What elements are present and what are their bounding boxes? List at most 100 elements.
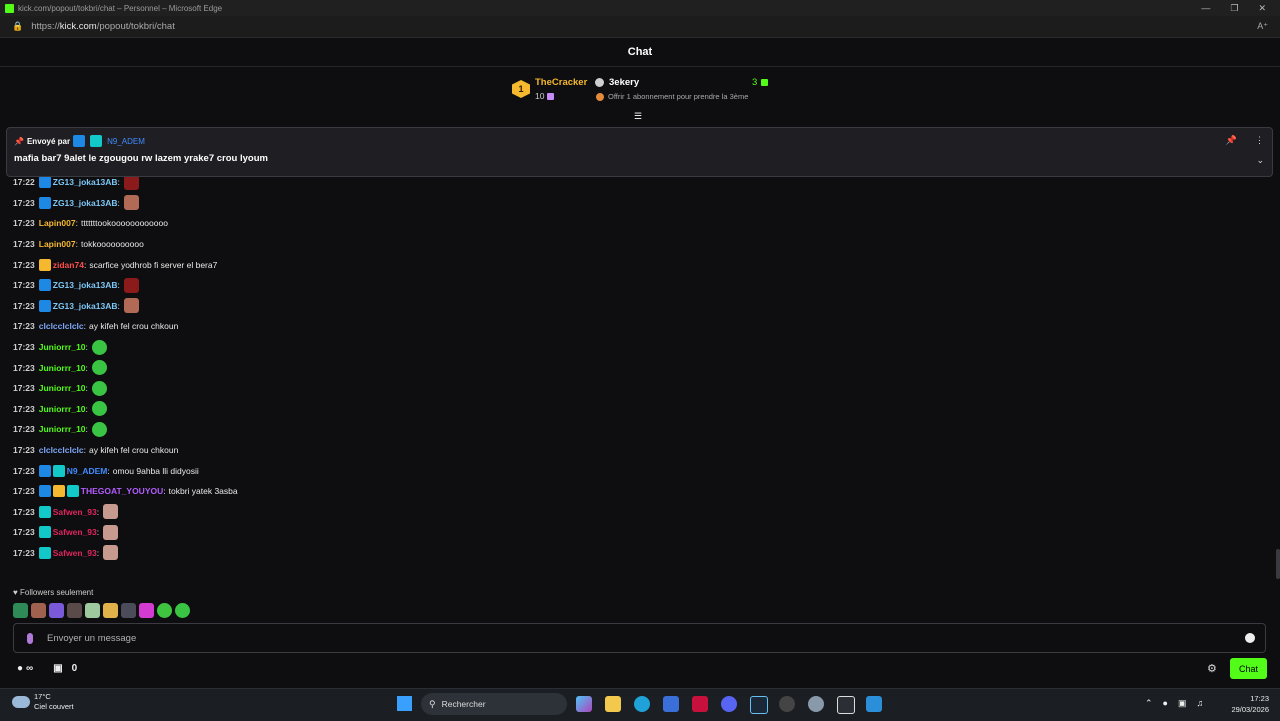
send-chat-button[interactable]: Chat xyxy=(1230,658,1267,679)
message-username[interactable]: clclcclclclc xyxy=(39,445,84,455)
message-username[interactable]: Safwen_93 xyxy=(53,527,97,537)
message-username[interactable]: Juniorrr_10 xyxy=(39,363,86,373)
message-text: ay kifeh fel crou chkoun xyxy=(89,321,179,332)
chat-message[interactable]: 17:23 ZG13_joka13AB: xyxy=(13,296,1263,317)
chat-message[interactable]: 17:23 Juniorrr_10: xyxy=(13,337,1263,358)
discord-icon[interactable] xyxy=(721,696,737,712)
emote-icon[interactable] xyxy=(103,603,118,618)
emote-icon[interactable] xyxy=(139,603,154,618)
app-g-icon[interactable] xyxy=(837,696,855,714)
chat-message[interactable]: 17:23 Juniorrr_10: xyxy=(13,378,1263,399)
app-photos-icon[interactable] xyxy=(866,696,882,712)
volume-icon[interactable]: ♫ xyxy=(1197,698,1204,709)
leaderboard-top-user[interactable]: TheCracker xyxy=(535,77,587,88)
message-text: scarfice yodhrob fi server el bera7 xyxy=(89,259,218,270)
store-icon[interactable] xyxy=(663,696,679,712)
emote-icon[interactable] xyxy=(13,603,28,618)
system-clock[interactable]: 17:23 29/03/2026 xyxy=(1225,693,1269,715)
message-username[interactable]: Safwen_93 xyxy=(53,507,97,517)
expand-leaderboard-icon[interactable]: ☰ xyxy=(634,111,642,122)
colon-separator: : xyxy=(117,300,120,311)
chat-scrollbar[interactable] xyxy=(1276,549,1280,579)
message-input-box[interactable] xyxy=(13,623,1266,653)
chat-message[interactable]: 17:23 Juniorrr_10: xyxy=(13,419,1263,440)
offer-icon xyxy=(596,93,604,101)
app-badge-icon[interactable] xyxy=(779,696,795,712)
windows-start-icon[interactable] xyxy=(397,696,412,711)
taskbar-search[interactable]: ⚲ Rechercher xyxy=(421,693,567,715)
minimize-icon[interactable]: — xyxy=(1201,3,1210,14)
message-username[interactable]: ZG13_joka13AB xyxy=(53,280,118,290)
message-username[interactable]: clclcclclclc xyxy=(39,321,84,331)
chat-message[interactable]: 17:23 clclcclclclc: ay kifeh fel crou chko… xyxy=(13,316,1263,337)
settings-gear-icon[interactable]: ⚙ xyxy=(1207,662,1217,675)
colon-separator: : xyxy=(83,321,87,332)
message-username[interactable]: Juniorrr_10 xyxy=(39,342,86,352)
restore-icon[interactable]: ❐ xyxy=(1230,3,1238,14)
app-a-icon[interactable] xyxy=(692,696,708,712)
chat-message[interactable]: 17:23 Safwen_93: xyxy=(13,543,1263,564)
message-username[interactable]: N9_ADEM xyxy=(67,466,108,476)
chat-message[interactable]: 17:23 Safwen_93: xyxy=(13,522,1263,543)
message-username[interactable]: ZG13_joka13AB xyxy=(53,301,118,311)
emote-icon[interactable] xyxy=(49,603,64,618)
read-aloud-icon[interactable]: A⁺ xyxy=(1257,21,1268,32)
message-username[interactable]: ZG13_joka13AB xyxy=(53,177,118,187)
chat-message[interactable]: 17:23 Safwen_93: xyxy=(13,502,1263,523)
chat-message[interactable]: 17:23 ZG13_joka13AB: xyxy=(13,193,1263,214)
message-username[interactable]: ZG13_joka13AB xyxy=(53,198,118,208)
chat-message[interactable]: 17:23 ZG13_joka13AB: xyxy=(13,275,1263,296)
microphone-icon[interactable] xyxy=(27,632,33,644)
copilot-icon[interactable] xyxy=(576,696,592,712)
gift-box-icon[interactable]: ▣ xyxy=(53,663,62,674)
pinned-sender[interactable]: N9_ADEM xyxy=(107,137,145,146)
more-options-icon[interactable]: ⋮ xyxy=(1255,135,1264,146)
message-username[interactable]: Juniorrr_10 xyxy=(39,383,86,393)
chat-message[interactable]: 17:23 Juniorrr_10: xyxy=(13,399,1263,420)
leaderboard-second-user[interactable]: 3ekery xyxy=(609,77,639,88)
network-icon[interactable]: ▣ xyxy=(1178,698,1187,709)
chat-message[interactable]: 17:23 clclcclclclc: ay kifeh fel crou chko… xyxy=(13,440,1263,461)
message-username[interactable]: zidan74 xyxy=(53,260,84,270)
chevron-down-icon[interactable]: ⌄ xyxy=(1256,155,1264,166)
message-username[interactable]: Safwen_93 xyxy=(53,548,97,558)
unpin-icon[interactable]: 📌 xyxy=(1226,135,1237,146)
message-username[interactable]: Lapin007 xyxy=(39,218,76,228)
settings-app-icon[interactable] xyxy=(808,696,824,712)
emote-icon[interactable] xyxy=(67,603,82,618)
address-bar[interactable]: 🔒 https://kick.com/popout/tokbri/chat A⁺ xyxy=(0,16,1280,38)
emote-icon[interactable] xyxy=(31,603,46,618)
url-text[interactable]: https://kick.com/popout/tokbri/chat xyxy=(31,21,175,32)
emote-icon[interactable] xyxy=(85,603,100,618)
emote-icon xyxy=(123,174,139,190)
message-username[interactable]: Juniorrr_10 xyxy=(39,404,86,414)
pinned-message[interactable]: 📌 Envoyé par N9_ADEM mafia bar7 9alet le… xyxy=(6,127,1273,177)
steam-icon[interactable] xyxy=(750,696,768,714)
lock-icon[interactable]: 🔒 xyxy=(12,21,23,32)
emote-icon[interactable] xyxy=(157,603,172,618)
weather-widget[interactable]: 17°C Ciel couvert xyxy=(12,692,74,712)
chat-message[interactable]: 17:23 N9_ADEM: omou 9ahba lli didyosii xyxy=(13,460,1263,481)
chat-message[interactable]: 17:23 Lapin007: tokkoooooooooo xyxy=(13,234,1263,255)
chat-message-list[interactable]: 17:22 ZG13_joka13AB:17:23 ZG13_joka13AB:17… xyxy=(13,172,1263,580)
message-input[interactable] xyxy=(45,631,1245,645)
emoji-picker-icon[interactable] xyxy=(1245,633,1255,643)
users-icon[interactable]: ● xyxy=(17,663,23,674)
close-icon[interactable]: ✕ xyxy=(1258,3,1266,14)
chat-message[interactable]: 17:23 Lapin007: tttttttookoooooooooooo xyxy=(13,213,1263,234)
chat-message[interactable]: 17:23 THEGOAT_YOUYOU: tokbri yatek 3asba xyxy=(13,481,1263,502)
leaderboard-offer-text[interactable]: Offrir 1 abonnement pour prendre la 3ème xyxy=(608,92,748,101)
chat-message[interactable]: 17:23 Juniorrr_10: xyxy=(13,357,1263,378)
message-username[interactable]: Lapin007 xyxy=(39,239,76,249)
colon-separator: : xyxy=(117,280,120,291)
message-username[interactable]: Juniorrr_10 xyxy=(39,424,86,434)
chat-message[interactable]: 17:23 zidan74: scarfice yodhrob fi server … xyxy=(13,254,1263,275)
emote-icon[interactable] xyxy=(121,603,136,618)
chevron-up-icon[interactable]: ⌃ xyxy=(1145,698,1153,709)
microphone-tray-icon[interactable]: ● xyxy=(1163,698,1168,709)
file-explorer-icon[interactable] xyxy=(605,696,621,712)
message-timestamp: 17:23 xyxy=(13,424,35,435)
emote-icon[interactable] xyxy=(175,603,190,618)
message-username[interactable]: THEGOAT_YOUYOU xyxy=(81,486,164,496)
edge-browser-icon[interactable] xyxy=(634,696,650,712)
